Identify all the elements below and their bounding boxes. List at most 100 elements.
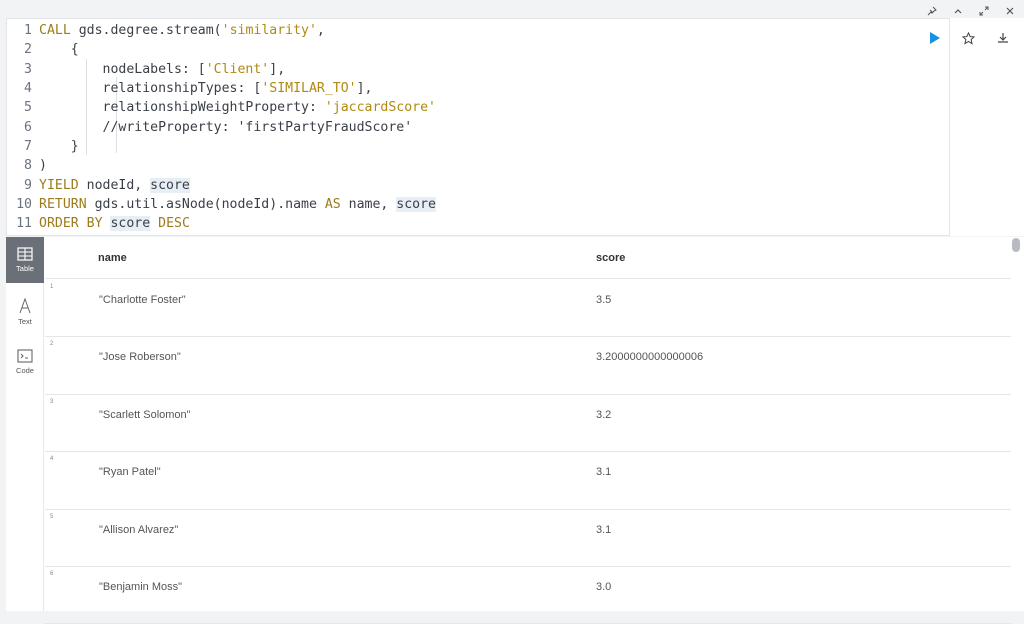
cell-score: 3.5 (596, 294, 612, 306)
cell-score: 3.1 (596, 466, 612, 479)
star-icon[interactable] (961, 31, 975, 45)
cell-name: "Benjamin Moss" (99, 581, 183, 593)
code-line[interactable]: 10 RETURN gds.util.asNode(nodeId).name AS… (7, 195, 436, 214)
line-number: 4 (24, 81, 32, 97)
line-number: 3 (24, 61, 32, 77)
line-number: 5 (24, 100, 32, 116)
table-row[interactable]: 2 "Jose Roberson" 3.2000000000000006 (45, 337, 1011, 395)
close-icon[interactable] (1002, 3, 1018, 19)
text-icon (19, 298, 31, 314)
cell-name: "Jose Roberson" (99, 351, 181, 364)
play-icon[interactable] (928, 31, 942, 45)
cell-score: 3.2000000000000006 (596, 351, 704, 364)
nav-label-table: Table (16, 264, 34, 273)
row-index: 6 (50, 571, 54, 577)
collapse-icon[interactable] (950, 3, 966, 19)
scrollbar-thumb[interactable] (1012, 238, 1020, 252)
code-token: score (110, 216, 151, 232)
code-token: 'SIMILAR_TO' (261, 81, 357, 97)
download-icon[interactable] (996, 31, 1010, 45)
table-view-button[interactable]: Table (6, 237, 44, 283)
code-line[interactable]: 3 nodeLabels: ['Client'], (7, 60, 285, 79)
cell-score: 3.1 (596, 523, 612, 536)
code-token: } (39, 138, 79, 154)
row-index: 1 (50, 284, 54, 290)
code-line[interactable]: 9 YIELD nodeId, score (7, 175, 190, 194)
code-token: 'jaccardScore' (324, 100, 436, 116)
table-row[interactable]: 4 "Ryan Patel" 3.1 (45, 452, 1011, 510)
editor-actions (950, 18, 1024, 236)
code-token: DESC (158, 216, 190, 232)
code-token: //writeProperty: 'firstPartyFraudScore' (39, 119, 413, 135)
table-icon (17, 247, 33, 261)
code-line[interactable]: 2 { (7, 40, 79, 59)
cell-name: "Ryan Patel" (99, 466, 161, 479)
nav-label-text: Text (18, 317, 32, 326)
code-token: CALL (39, 23, 71, 39)
code-token: relationshipWeightProperty: (39, 100, 325, 116)
code-token: 'Client' (205, 61, 270, 77)
code-token: AS (324, 196, 341, 212)
code-line[interactable]: 5 relationshipWeightProperty: 'jaccardSc… (7, 98, 436, 117)
code-line[interactable]: 6 //writeProperty: 'firstPartyFraudScore… (7, 118, 412, 137)
column-header-name[interactable]: name (98, 252, 127, 264)
code-token: score (396, 196, 436, 212)
cell-name: "Charlotte Foster" (99, 294, 186, 306)
code-token: gds.degree.stream( (70, 23, 222, 39)
text-view-button[interactable]: Text (6, 289, 44, 335)
row-index: 3 (50, 398, 54, 405)
view-switcher: Table Text Code (6, 237, 44, 611)
table-row[interactable]: 3 "Scarlett Solomon" 3.2 (45, 395, 1011, 453)
results-panel: Table Text Code name score 1 "Charlotte F… (6, 237, 1024, 624)
code-token: ORDER BY (39, 216, 103, 232)
code-icon (17, 349, 33, 363)
code-token: ], (269, 61, 286, 77)
cell-name: "Allison Alvarez" (99, 523, 179, 536)
code-line[interactable]: 4 relationshipTypes: ['SIMILAR_TO'], (7, 79, 372, 98)
code-token: name, (340, 196, 397, 212)
line-number: 6 (24, 119, 32, 135)
scrollbar[interactable] (1012, 237, 1020, 611)
table-row[interactable]: 1 "Charlotte Foster" 3.5 (45, 280, 1011, 338)
column-header-score[interactable]: score (596, 252, 625, 264)
pin-icon[interactable] (924, 3, 940, 19)
line-number: 7 (24, 138, 32, 154)
cell-name: "Scarlett Solomon" (99, 408, 191, 421)
line-number: 9 (24, 177, 32, 193)
code-token: { (39, 42, 79, 58)
table-row[interactable]: 6 "Benjamin Moss" 3.0 (45, 567, 1011, 624)
code-token: YIELD (39, 177, 79, 193)
code-token: 'similarity' (221, 23, 317, 39)
table-row[interactable]: 5 "Allison Alvarez" 3.1 (45, 510, 1011, 567)
code-line[interactable]: 7 } (7, 137, 79, 156)
line-number: 10 (16, 196, 32, 212)
line-number: 2 (24, 42, 32, 58)
code-token: ], (356, 81, 373, 97)
nav-label-code: Code (16, 366, 34, 375)
code-token: nodeLabels: [ (39, 61, 206, 77)
window-controls (924, 3, 1018, 19)
code-token: RETURN (39, 196, 87, 212)
line-number: 8 (24, 158, 32, 174)
line-number: 11 (16, 216, 32, 232)
table-header: name score (45, 237, 1011, 279)
code-view-button[interactable]: Code (6, 339, 44, 385)
fullscreen-icon[interactable] (976, 3, 992, 19)
cell-score: 3.0 (596, 581, 612, 593)
code-token: gds.util.asNode(nodeId).name (86, 196, 325, 212)
row-index: 2 (50, 341, 54, 348)
code-token: score (150, 177, 190, 193)
code-token: , (316, 23, 325, 39)
cell-score: 3.2 (596, 408, 612, 421)
code-token: ) (39, 158, 47, 174)
row-index: 5 (50, 513, 54, 520)
query-editor[interactable]: 1 CALL gds.degree.stream('similarity', 2 {… (6, 18, 950, 236)
line-number: 1 (24, 23, 32, 39)
code-line[interactable]: 11 ORDER BY score DESC (7, 214, 190, 233)
code-line[interactable]: 8) (7, 156, 47, 175)
code-token: relationshipTypes: [ (39, 81, 262, 97)
code-token: nodeId, (78, 177, 151, 193)
code-line[interactable]: 1 CALL gds.degree.stream('similarity', (7, 21, 325, 40)
results-table: name score 1 "Charlotte Foster" 3.5 2 "Jose … (45, 237, 1011, 624)
